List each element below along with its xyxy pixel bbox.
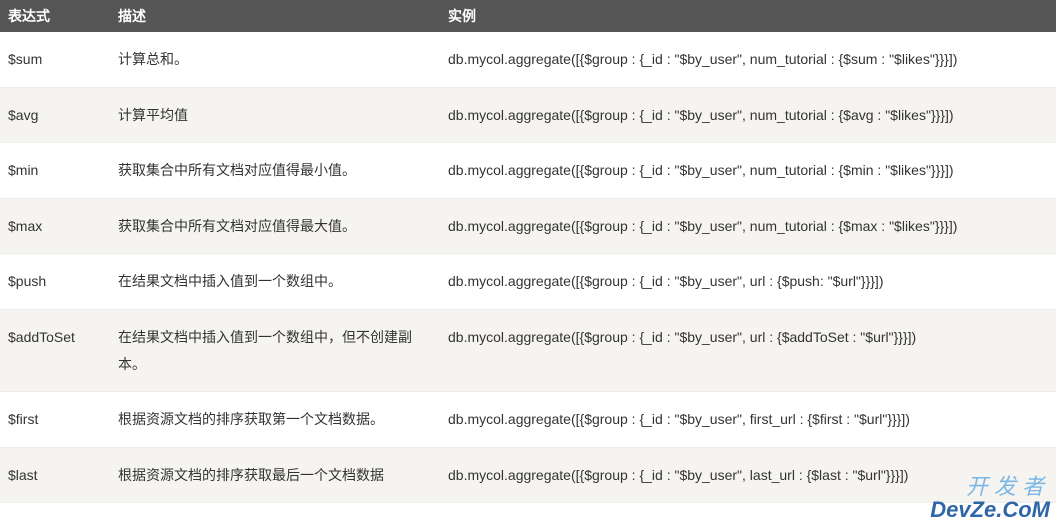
- cell-expression: $sum: [0, 32, 110, 87]
- cell-example: db.mycol.aggregate([{$group : {_id : "$b…: [440, 254, 1056, 310]
- cell-example: db.mycol.aggregate([{$group : {_id : "$b…: [440, 32, 1056, 87]
- cell-expression: $max: [0, 198, 110, 254]
- cell-description: 计算总和。: [110, 32, 440, 87]
- table-row: $push 在结果文档中插入值到一个数组中。 db.mycol.aggregat…: [0, 254, 1056, 310]
- cell-description: 获取集合中所有文档对应值得最小值。: [110, 143, 440, 199]
- cell-expression: $first: [0, 392, 110, 448]
- cell-expression: $push: [0, 254, 110, 310]
- cell-description: 获取集合中所有文档对应值得最大值。: [110, 198, 440, 254]
- cell-expression: $addToSet: [0, 309, 110, 391]
- cell-expression: $last: [0, 447, 110, 503]
- cell-example: db.mycol.aggregate([{$group : {_id : "$b…: [440, 309, 1056, 391]
- cell-description: 在结果文档中插入值到一个数组中，但不创建副本。: [110, 309, 440, 391]
- cell-expression: $avg: [0, 87, 110, 143]
- cell-example: db.mycol.aggregate([{$group : {_id : "$b…: [440, 392, 1056, 448]
- cell-expression: $min: [0, 143, 110, 199]
- cell-example: db.mycol.aggregate([{$group : {_id : "$b…: [440, 198, 1056, 254]
- table-row: $max 获取集合中所有文档对应值得最大值。 db.mycol.aggregat…: [0, 198, 1056, 254]
- table-row: $first 根据资源文档的排序获取第一个文档数据。 db.mycol.aggr…: [0, 392, 1056, 448]
- table-row: $min 获取集合中所有文档对应值得最小值。 db.mycol.aggregat…: [0, 143, 1056, 199]
- cell-description: 在结果文档中插入值到一个数组中。: [110, 254, 440, 310]
- cell-example: db.mycol.aggregate([{$group : {_id : "$b…: [440, 87, 1056, 143]
- col-header-expression: 表达式: [0, 0, 110, 32]
- table-row: $addToSet 在结果文档中插入值到一个数组中，但不创建副本。 db.myc…: [0, 309, 1056, 391]
- table-row: $avg 计算平均值 db.mycol.aggregate([{$group :…: [0, 87, 1056, 143]
- cell-description: 根据资源文档的排序获取第一个文档数据。: [110, 392, 440, 448]
- table-row: $sum 计算总和。 db.mycol.aggregate([{$group :…: [0, 32, 1056, 87]
- table-header-row: 表达式 描述 实例: [0, 0, 1056, 32]
- cell-description: 计算平均值: [110, 87, 440, 143]
- col-header-description: 描述: [110, 0, 440, 32]
- cell-description: 根据资源文档的排序获取最后一个文档数据: [110, 447, 440, 503]
- aggregation-operators-table: 表达式 描述 实例 $sum 计算总和。 db.mycol.aggregate(…: [0, 0, 1056, 503]
- table-row: $last 根据资源文档的排序获取最后一个文档数据 db.mycol.aggre…: [0, 447, 1056, 503]
- cell-example: db.mycol.aggregate([{$group : {_id : "$b…: [440, 143, 1056, 199]
- col-header-example: 实例: [440, 0, 1056, 32]
- cell-example: db.mycol.aggregate([{$group : {_id : "$b…: [440, 447, 1056, 503]
